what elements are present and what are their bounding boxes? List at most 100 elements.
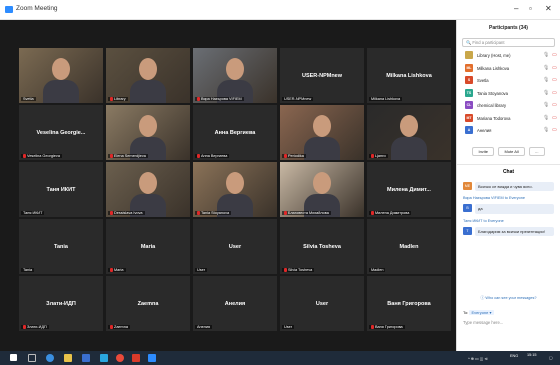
more-button[interactable]: ... [529, 146, 545, 156]
participant-tile[interactable]: Madlen Madlen [367, 219, 451, 274]
close-button[interactable]: ✕ [545, 4, 552, 13]
language-indicator[interactable]: ENG [510, 354, 518, 358]
tile-center-name: Анелия [224, 300, 246, 307]
participant-row[interactable]: S Svetla 🎙 ▭ [457, 74, 560, 87]
tile-center-name: Злати-ИДП [46, 300, 76, 307]
participant-tile[interactable]: Вяра Назърова VIFIEM [193, 48, 277, 103]
mic-icon[interactable]: 🎙 [543, 77, 549, 83]
mail-icon[interactable] [100, 354, 108, 362]
tile-name-label: Madlen [369, 268, 386, 272]
participant-row[interactable]: ML Milkana Lishkova 🎙 ▭ [457, 62, 560, 75]
participant-tile[interactable]: Dessislava Ivova [106, 162, 190, 217]
notification-icon[interactable]: ▢ [549, 355, 553, 360]
mic-muted-icon [197, 154, 200, 158]
participant-tile[interactable]: Злати-ИДП Злати-ИДП [19, 276, 103, 331]
edge-icon[interactable] [46, 354, 54, 362]
avatar: TS [465, 88, 473, 97]
mic-icon[interactable]: 🎙 [543, 102, 549, 108]
participant-tile[interactable]: User User [280, 276, 364, 331]
tile-name-label: Вяра Назърова VIFIEM [195, 97, 244, 101]
camera-icon[interactable]: ▭ [552, 77, 557, 83]
video-feed [367, 105, 451, 160]
person-body [130, 80, 166, 103]
participant-actions: Invite Mute All ... [457, 140, 560, 158]
tile-name-text: User [197, 268, 206, 272]
participant-name: Svetla [477, 78, 489, 83]
person-silhouette [139, 115, 157, 137]
mic-icon[interactable]: 🎙 [543, 127, 549, 133]
message-text: да [475, 204, 554, 214]
mic-icon[interactable]: 🎙 [543, 65, 549, 71]
tile-center-name: Maria [140, 243, 156, 250]
participant-row[interactable]: MT Mariana Todorova 🎙 ▭ [457, 112, 560, 125]
participant-tile[interactable]: Zaemna Zaemna [106, 276, 190, 331]
participant-tile[interactable]: Elena Semerdjieva [106, 105, 190, 160]
participant-row[interactable]: Library (Host, me) 🎙 ▭ [457, 49, 560, 62]
file-explorer-icon[interactable] [64, 354, 72, 362]
windows-start-icon[interactable] [10, 354, 17, 361]
who-can-see-link[interactable]: ⓘ Who can see your messages? [457, 296, 560, 301]
minimize-button[interactable]: – [514, 4, 518, 13]
mic-muted-icon [284, 211, 287, 215]
mic-muted-icon [23, 154, 26, 158]
tile-center-name: User [228, 243, 242, 250]
mic-icon[interactable]: 🎙 [543, 90, 549, 96]
participant-name: chemical library [477, 103, 507, 108]
avatar: MT [465, 113, 473, 122]
tile-name-label: Dessislava Ivova [108, 211, 145, 215]
camera-icon[interactable]: ▭ [552, 127, 557, 133]
chrome-icon[interactable] [116, 354, 124, 362]
participant-tile[interactable]: User User [193, 219, 277, 274]
participant-tile[interactable]: Tania Stoyanova [193, 162, 277, 217]
participant-name: Milkana Lishkova [477, 65, 510, 71]
participant-tile[interactable]: Library [106, 48, 190, 103]
tile-name-text: Milkana Lishkova [371, 97, 401, 101]
mic-icon[interactable]: 🎙 [543, 52, 549, 58]
maximize-button[interactable]: ▫ [529, 4, 532, 13]
participant-tile[interactable]: Цанги [367, 105, 451, 160]
participant-tile[interactable]: Milkana Lishkova Milkana Lishkova [367, 48, 451, 103]
participant-tile[interactable]: Благовеста Михайлова [280, 162, 364, 217]
app-icon[interactable] [132, 354, 140, 362]
participant-tile[interactable]: Veselina Georgie... Veselina Georgieva [19, 105, 103, 160]
participant-tile[interactable]: Анелия Анелия [193, 276, 277, 331]
avatar: CL [465, 101, 473, 109]
video-feed [106, 105, 190, 160]
tile-name-label: Maria [108, 268, 126, 272]
tile-center-name: User [315, 300, 329, 307]
camera-icon[interactable]: ▭ [552, 90, 557, 96]
participant-row[interactable]: TS Tania Stoyanova 🎙 ▭ [457, 87, 560, 100]
chat-input[interactable]: Type message here... [463, 320, 503, 325]
tile-name-text: USER-NPMnew [284, 97, 312, 101]
mic-icon[interactable]: 🎙 [543, 115, 549, 121]
participant-tile[interactable]: Maria Maria [106, 219, 190, 274]
camera-icon[interactable]: ▭ [552, 102, 557, 108]
participant-tile[interactable]: Милена Димит... Милена Димитрова [367, 162, 451, 217]
participant-tile[interactable]: Tania Tania [19, 219, 103, 274]
mic-muted-icon [197, 97, 200, 101]
participant-search-input[interactable]: 🔍 Find a participant [462, 38, 555, 47]
camera-icon[interactable]: ▭ [552, 52, 557, 58]
mute-all-button[interactable]: Mute All [498, 146, 525, 156]
participant-row[interactable]: A Анелия 🎙 ▭ [457, 124, 560, 137]
participant-tile[interactable]: Silvia Tosheva Silvia Tosheva [280, 219, 364, 274]
avatar: В [463, 204, 472, 212]
invite-button[interactable]: Invite [472, 146, 495, 156]
clock[interactable]: 15:15 [527, 353, 537, 357]
mic-muted-icon [197, 211, 200, 215]
participant-row[interactable]: CL chemical library 🎙 ▭ [457, 99, 560, 112]
zoom-taskbar-icon[interactable] [148, 354, 156, 362]
recipient-dropdown[interactable]: Everyone ▾ [469, 310, 494, 315]
tile-name-text: Анелия [197, 325, 211, 329]
participant-tile[interactable]: Periodika [280, 105, 364, 160]
camera-icon[interactable]: ▭ [552, 65, 557, 71]
participant-tile[interactable]: Анна Вергиева Анна Вергиева [193, 105, 277, 160]
search-icon[interactable] [28, 354, 36, 362]
tray-icons[interactable]: ^ ⊕ ▭ ◫ ⊲ [468, 356, 488, 361]
participant-tile[interactable]: Таня ИКИТ Таня ИКИТ [19, 162, 103, 217]
store-icon[interactable] [82, 354, 90, 362]
participant-tile[interactable]: USER-NPMnew USER-NPMnew [280, 48, 364, 103]
participant-tile[interactable]: Ваня Григорова Ваня Григорова [367, 276, 451, 331]
camera-icon[interactable]: ▭ [552, 115, 557, 121]
participant-tile[interactable]: Svetla [19, 48, 103, 103]
